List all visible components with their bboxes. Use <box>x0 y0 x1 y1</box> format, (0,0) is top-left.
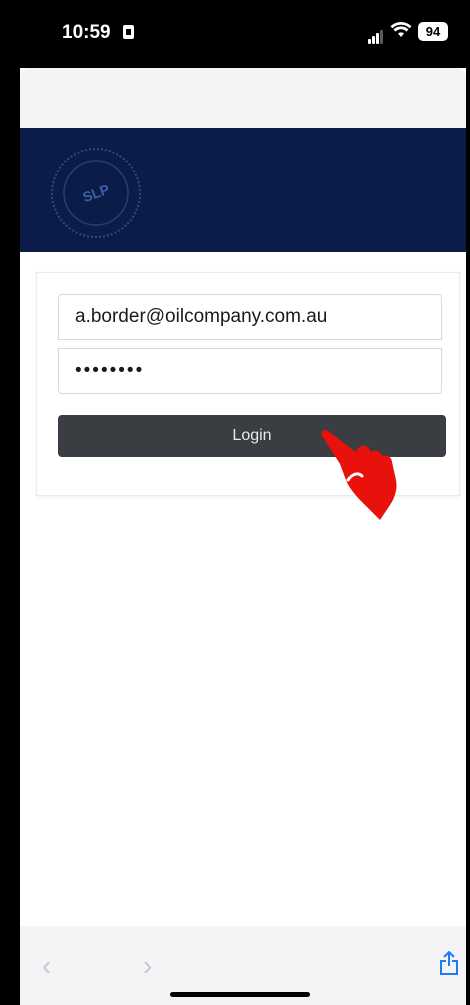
sim-icon <box>123 25 134 39</box>
home-indicator <box>170 992 310 997</box>
password-field[interactable]: •••••••• <box>58 348 442 394</box>
forward-icon[interactable]: › <box>143 950 152 982</box>
logo-text: SLP <box>80 181 111 205</box>
wifi-icon <box>390 22 412 37</box>
pointing-hand-icon <box>321 429 397 520</box>
battery-icon: 94 <box>418 22 448 41</box>
status-bar: 10:59 94 <box>0 0 470 68</box>
device-bezel-right <box>466 0 470 1005</box>
browser-top-bar <box>20 68 466 128</box>
device-bezel-left <box>0 0 20 1005</box>
signal-icon <box>368 26 384 44</box>
back-icon[interactable]: ‹ <box>42 950 51 982</box>
phone-screen: 10:59 94 SLP a.border@oilcompany.com.au … <box>0 0 470 1005</box>
status-time: 10:59 <box>62 22 111 43</box>
share-icon[interactable] <box>440 951 458 975</box>
email-field[interactable]: a.border@oilcompany.com.au <box>58 294 442 340</box>
company-logo: SLP <box>51 148 141 238</box>
